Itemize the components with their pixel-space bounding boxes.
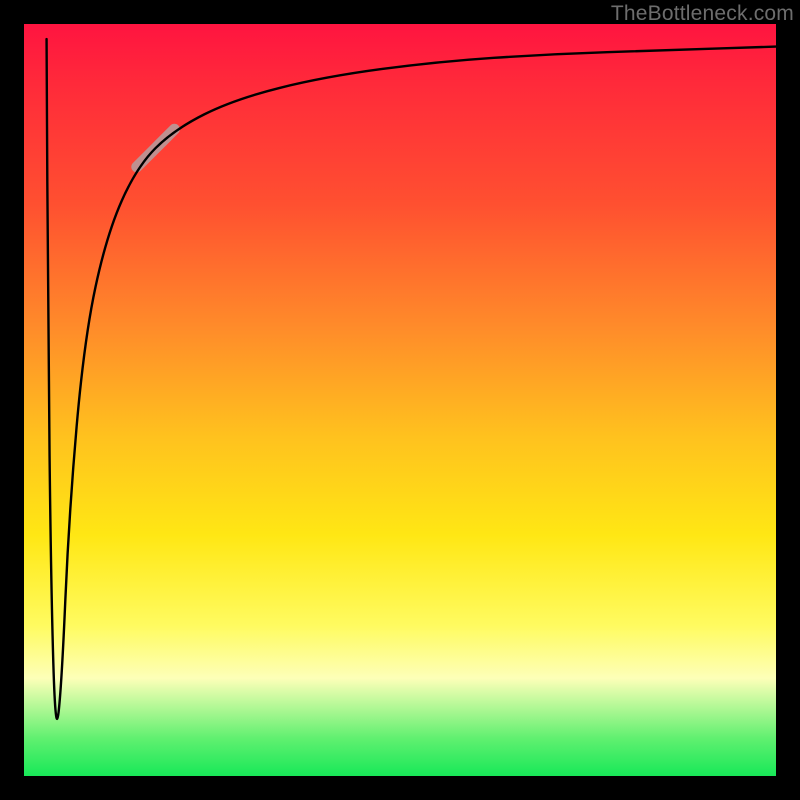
- bottleneck-curve: [47, 39, 776, 719]
- curve-layer: [24, 24, 776, 776]
- highlight-segment: [137, 129, 175, 167]
- chart-stage: TheBottleneck.com: [0, 0, 800, 800]
- watermark-text: TheBottleneck.com: [611, 2, 794, 26]
- plot-area: [24, 24, 776, 776]
